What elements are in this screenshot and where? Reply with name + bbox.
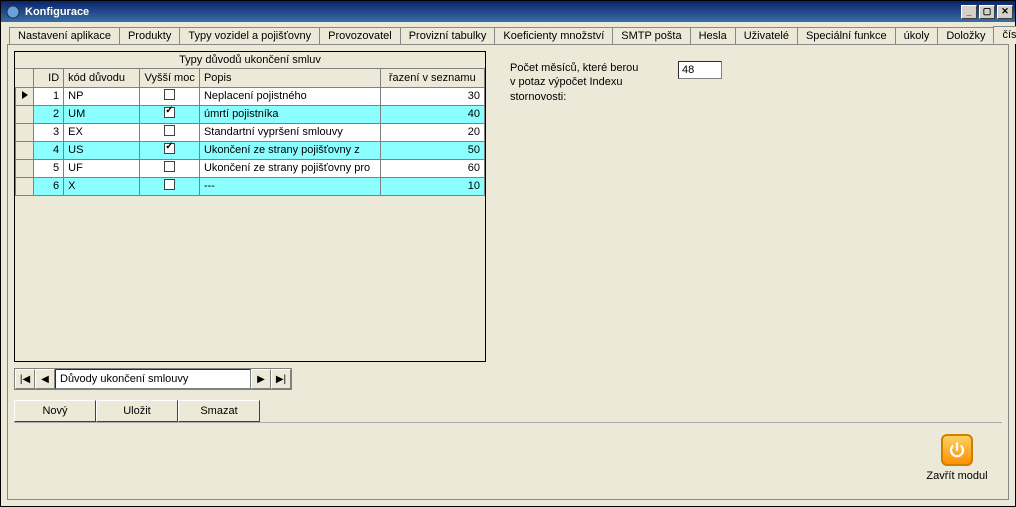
tab-10[interactable]: úkoly	[895, 27, 939, 45]
table-row[interactable]: 4USUkončení ze strany pojišťovny z50	[16, 141, 485, 159]
tabstrip: Nastavení aplikaceProduktyTypy vozidel a…	[1, 22, 1015, 44]
vm-checkbox[interactable]	[164, 161, 175, 172]
close-module-label: Zavřít modul	[926, 470, 987, 482]
titlebar: Konfigurace _ ▢ ✕	[1, 1, 1015, 22]
tab-5[interactable]: Koeficienty množství	[494, 27, 613, 45]
vm-checkbox[interactable]	[164, 107, 175, 118]
tab-0[interactable]: Nastavení aplikace	[9, 27, 120, 45]
vm-checkbox[interactable]	[164, 125, 175, 136]
window-title: Konfigurace	[25, 6, 961, 18]
footer: Zavřít modul	[14, 422, 1002, 493]
months-input[interactable]	[678, 61, 722, 79]
table-row[interactable]: 2UMúmrtí pojistníka40	[16, 105, 485, 123]
tab-7[interactable]: Hesla	[690, 27, 736, 45]
nav-label: Důvody ukončení smlouvy	[55, 369, 251, 389]
close-button[interactable]: ✕	[997, 5, 1013, 19]
vm-checkbox[interactable]	[164, 89, 175, 100]
table-row[interactable]: 1NPNeplacení pojistného30	[16, 87, 485, 105]
tab-page: Typy důvodů ukončení smluv ID kód důvodu…	[7, 44, 1009, 500]
table-row[interactable]: 6X---10	[16, 177, 485, 195]
tab-12[interactable]: číselníky ...	[993, 26, 1016, 44]
save-button[interactable]: Uložit	[96, 400, 178, 422]
window: Konfigurace _ ▢ ✕ Nastavení aplikaceProd…	[0, 0, 1016, 507]
col-header-vm[interactable]: Vyšší moc	[140, 69, 200, 87]
table-row[interactable]: 5UFUkončení ze strany pojišťovny pro60	[16, 159, 485, 177]
col-header-popis[interactable]: Popis	[199, 69, 380, 87]
grid-title: Typy důvodů ukončení smluv	[15, 52, 485, 69]
app-icon	[5, 4, 21, 20]
months-label: Počet měsíců, které berou v potaz výpoče…	[510, 61, 670, 104]
nav-prev-button[interactable]: ◀	[35, 369, 55, 389]
nav-first-button[interactable]: |◀	[15, 369, 35, 389]
col-header-id[interactable]: ID	[34, 69, 64, 87]
delete-button[interactable]: Smazat	[178, 400, 260, 422]
close-module-button[interactable]: Zavřít modul	[918, 429, 996, 487]
minimize-button[interactable]: _	[961, 5, 977, 19]
tab-3[interactable]: Provozovatel	[319, 27, 401, 45]
power-icon	[941, 434, 973, 466]
grid[interactable]: Typy důvodů ukončení smluv ID kód důvodu…	[14, 51, 486, 362]
nav-next-button[interactable]: ▶	[251, 369, 271, 389]
col-header-razeni[interactable]: řazení v seznamu	[380, 69, 484, 87]
new-button[interactable]: Nový	[14, 400, 96, 422]
tab-4[interactable]: Provizní tabulky	[400, 27, 496, 45]
nav-last-button[interactable]: ▶|	[271, 369, 291, 389]
maximize-button[interactable]: ▢	[979, 5, 995, 19]
tab-6[interactable]: SMTP pošta	[612, 27, 690, 45]
tab-1[interactable]: Produkty	[119, 27, 180, 45]
row-pointer-icon	[22, 91, 28, 99]
col-header-kod[interactable]: kód důvodu	[64, 69, 140, 87]
tab-2[interactable]: Typy vozidel a pojišťovny	[179, 27, 320, 45]
tab-9[interactable]: Speciální funkce	[797, 27, 896, 45]
record-navigator: |◀ ◀ Důvody ukončení smlouvy ▶ ▶|	[14, 368, 292, 390]
vm-checkbox[interactable]	[164, 179, 175, 190]
table-row[interactable]: 3EXStandartní vypršení smlouvy20	[16, 123, 485, 141]
vm-checkbox[interactable]	[164, 143, 175, 154]
tab-11[interactable]: Doložky	[937, 27, 994, 45]
tab-8[interactable]: Uživatelé	[735, 27, 798, 45]
